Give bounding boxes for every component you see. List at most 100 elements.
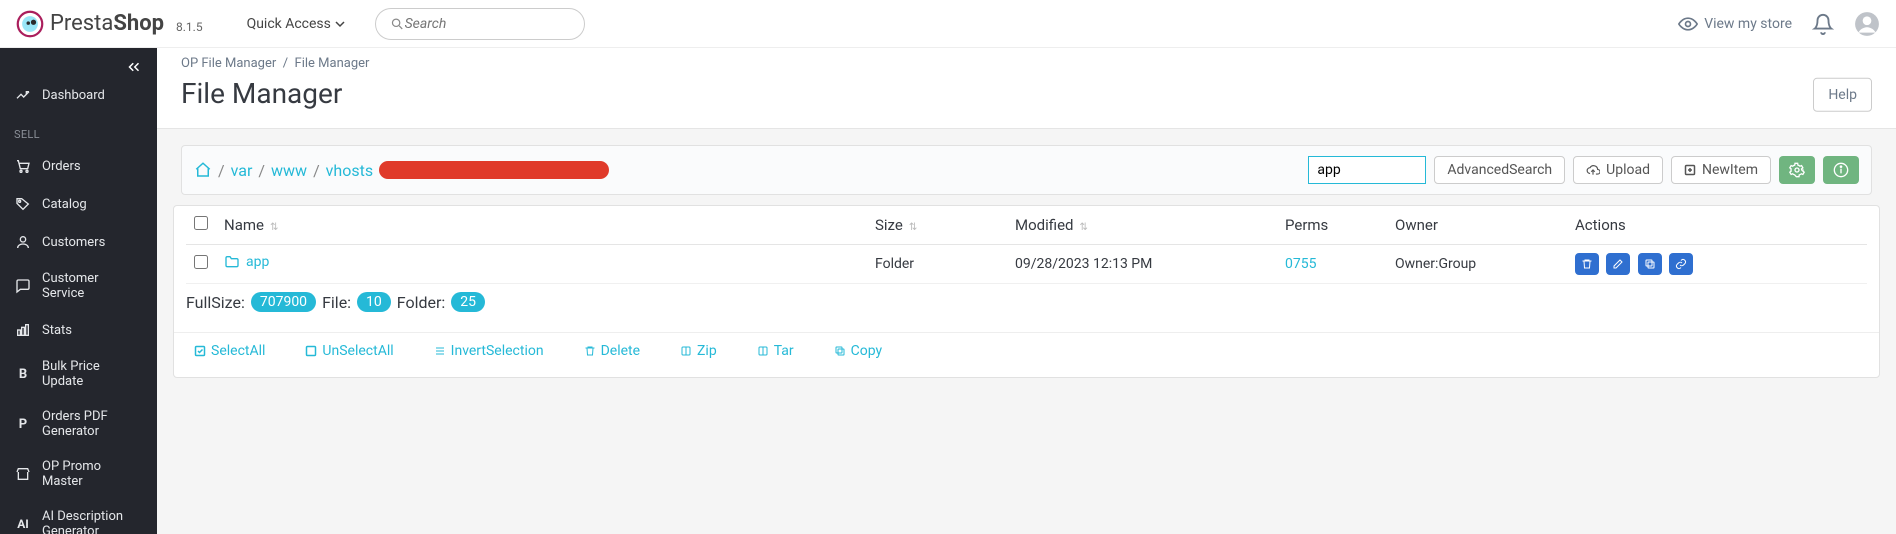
folder-link[interactable]: app bbox=[224, 254, 269, 270]
search-input[interactable] bbox=[405, 16, 570, 32]
action-copy[interactable] bbox=[1638, 253, 1662, 275]
sidebar-item-catalog[interactable]: Catalog bbox=[0, 185, 157, 223]
sidebar-item-customer-service[interactable]: Customer Service bbox=[0, 261, 157, 311]
user-icon bbox=[14, 233, 32, 251]
message-icon bbox=[14, 277, 32, 295]
row-perms[interactable]: 0755 bbox=[1285, 256, 1316, 272]
sidebar-item-dashboard[interactable]: Dashboard bbox=[0, 76, 157, 114]
letter-p-icon: P bbox=[14, 415, 32, 433]
path-bar: / var / www / vhosts AdvancedSearch Uplo… bbox=[181, 145, 1872, 195]
page-head: OP File Manager / File Manager File Mana… bbox=[157, 48, 1896, 129]
bulk-zip[interactable]: Zip bbox=[680, 343, 717, 359]
edit-icon bbox=[1612, 258, 1624, 270]
path-vhosts[interactable]: vhosts bbox=[326, 161, 373, 180]
upload-label: Upload bbox=[1606, 162, 1650, 178]
archive-icon bbox=[757, 345, 769, 357]
prestashop-icon bbox=[16, 10, 44, 38]
file-label: File: bbox=[322, 293, 351, 312]
redacted-path bbox=[379, 161, 609, 179]
sidebar-item-label: Orders bbox=[42, 159, 81, 174]
sidebar-item-customers[interactable]: Customers bbox=[0, 223, 157, 261]
trend-icon bbox=[14, 86, 32, 104]
home-icon[interactable] bbox=[194, 161, 212, 179]
action-link[interactable] bbox=[1669, 253, 1693, 275]
sidebar-section-sell: SELL bbox=[0, 114, 157, 147]
col-size[interactable]: Size bbox=[867, 206, 1007, 245]
eye-icon bbox=[1678, 14, 1698, 34]
logo[interactable]: PrestaShop 8.1.5 bbox=[16, 10, 203, 38]
row-checkbox[interactable] bbox=[194, 255, 208, 269]
sidebar-item-label: Customer Service bbox=[42, 271, 143, 301]
top-header: PrestaShop 8.1.5 Quick Access View my st… bbox=[0, 0, 1896, 48]
bulk-delete[interactable]: Delete bbox=[584, 343, 640, 359]
view-my-store[interactable]: View my store bbox=[1678, 14, 1792, 34]
select-all-checkbox[interactable] bbox=[194, 216, 208, 230]
sidebar-item-orders[interactable]: Orders bbox=[0, 147, 157, 185]
path-var[interactable]: var bbox=[231, 161, 253, 180]
sidebar-item-label: Dashboard bbox=[42, 88, 105, 103]
settings-button[interactable] bbox=[1779, 156, 1815, 184]
link-icon bbox=[1675, 258, 1687, 270]
table-row: app Folder 09/28/2023 12:13 PM 0755 Owne… bbox=[186, 245, 1867, 284]
action-delete[interactable] bbox=[1575, 253, 1599, 275]
bulk-select-all[interactable]: SelectAll bbox=[194, 343, 265, 359]
global-search bbox=[375, 8, 585, 40]
sidebar-item-label: OP Promo Master bbox=[42, 459, 143, 489]
sidebar-item-orders-pdf[interactable]: P Orders PDF Generator bbox=[0, 399, 157, 449]
cloud-upload-icon bbox=[1586, 163, 1600, 177]
sidebar-item-ai-desc[interactable]: AI AI Description Generator bbox=[0, 499, 157, 534]
advanced-search-button[interactable]: AdvancedSearch bbox=[1434, 156, 1565, 184]
quick-access-dropdown[interactable]: Quick Access bbox=[247, 16, 345, 32]
file-panel: Name Size Modified Perms Owner Actions bbox=[173, 205, 1880, 378]
row-owner: Owner:Group bbox=[1387, 245, 1567, 284]
action-rename[interactable] bbox=[1606, 253, 1630, 275]
upload-button[interactable]: Upload bbox=[1573, 156, 1663, 184]
copy-icon bbox=[834, 345, 846, 357]
cart-icon bbox=[14, 157, 32, 175]
quick-access-label: Quick Access bbox=[247, 16, 331, 32]
folder-label: Folder: bbox=[397, 293, 446, 312]
sidebar-item-op-promo[interactable]: OP Promo Master bbox=[0, 449, 157, 499]
bulk-unselect-all[interactable]: UnSelectAll bbox=[305, 343, 393, 359]
main: OP File Manager / File Manager File Mana… bbox=[157, 48, 1896, 394]
check-square-icon bbox=[194, 345, 206, 357]
bulk-invert[interactable]: InvertSelection bbox=[434, 343, 544, 359]
file-value: 10 bbox=[357, 292, 391, 312]
sidebar-item-label: Catalog bbox=[42, 197, 87, 212]
summary-bar: FullSize: 707900 File: 10 Folder: 25 bbox=[174, 284, 1879, 324]
bulk-copy[interactable]: Copy bbox=[834, 343, 883, 359]
info-button[interactable] bbox=[1823, 156, 1859, 184]
view-store-label: View my store bbox=[1704, 16, 1792, 32]
breadcrumb-current: File Manager bbox=[295, 56, 370, 71]
profile-button[interactable] bbox=[1854, 11, 1880, 37]
caret-down-icon bbox=[335, 19, 345, 29]
breadcrumb-parent[interactable]: OP File Manager bbox=[181, 56, 276, 71]
chart-icon bbox=[14, 321, 32, 339]
notifications-button[interactable] bbox=[1812, 13, 1834, 35]
sidebar-collapse-button[interactable] bbox=[0, 48, 157, 76]
sidebar-item-stats[interactable]: Stats bbox=[0, 311, 157, 349]
page-title: File Manager bbox=[181, 77, 1872, 110]
bulk-tar[interactable]: Tar bbox=[757, 343, 794, 359]
info-icon bbox=[1833, 162, 1849, 178]
sidebar-item-label: Customers bbox=[42, 235, 105, 250]
path-www[interactable]: www bbox=[271, 161, 307, 180]
col-name[interactable]: Name bbox=[216, 206, 867, 245]
plus-icon bbox=[1684, 164, 1696, 176]
brand-text: PrestaShop bbox=[50, 11, 164, 36]
file-table: Name Size Modified Perms Owner Actions bbox=[186, 206, 1867, 284]
filter-input[interactable] bbox=[1308, 156, 1426, 184]
chevron-double-left-icon bbox=[125, 58, 143, 76]
sidebar-item-bulk-price[interactable]: B Bulk Price Update bbox=[0, 349, 157, 399]
folder-icon bbox=[224, 254, 240, 270]
help-button[interactable]: Help bbox=[1813, 78, 1872, 112]
bell-icon bbox=[1812, 13, 1834, 35]
col-modified[interactable]: Modified bbox=[1007, 206, 1277, 245]
row-size: Folder bbox=[867, 245, 1007, 284]
col-owner[interactable]: Owner bbox=[1387, 206, 1567, 245]
letter-b-icon: B bbox=[14, 365, 32, 383]
sidebar-item-label: Orders PDF Generator bbox=[42, 409, 143, 439]
tag-icon bbox=[14, 195, 32, 213]
new-item-button[interactable]: NewItem bbox=[1671, 156, 1771, 184]
col-perms[interactable]: Perms bbox=[1277, 206, 1387, 245]
